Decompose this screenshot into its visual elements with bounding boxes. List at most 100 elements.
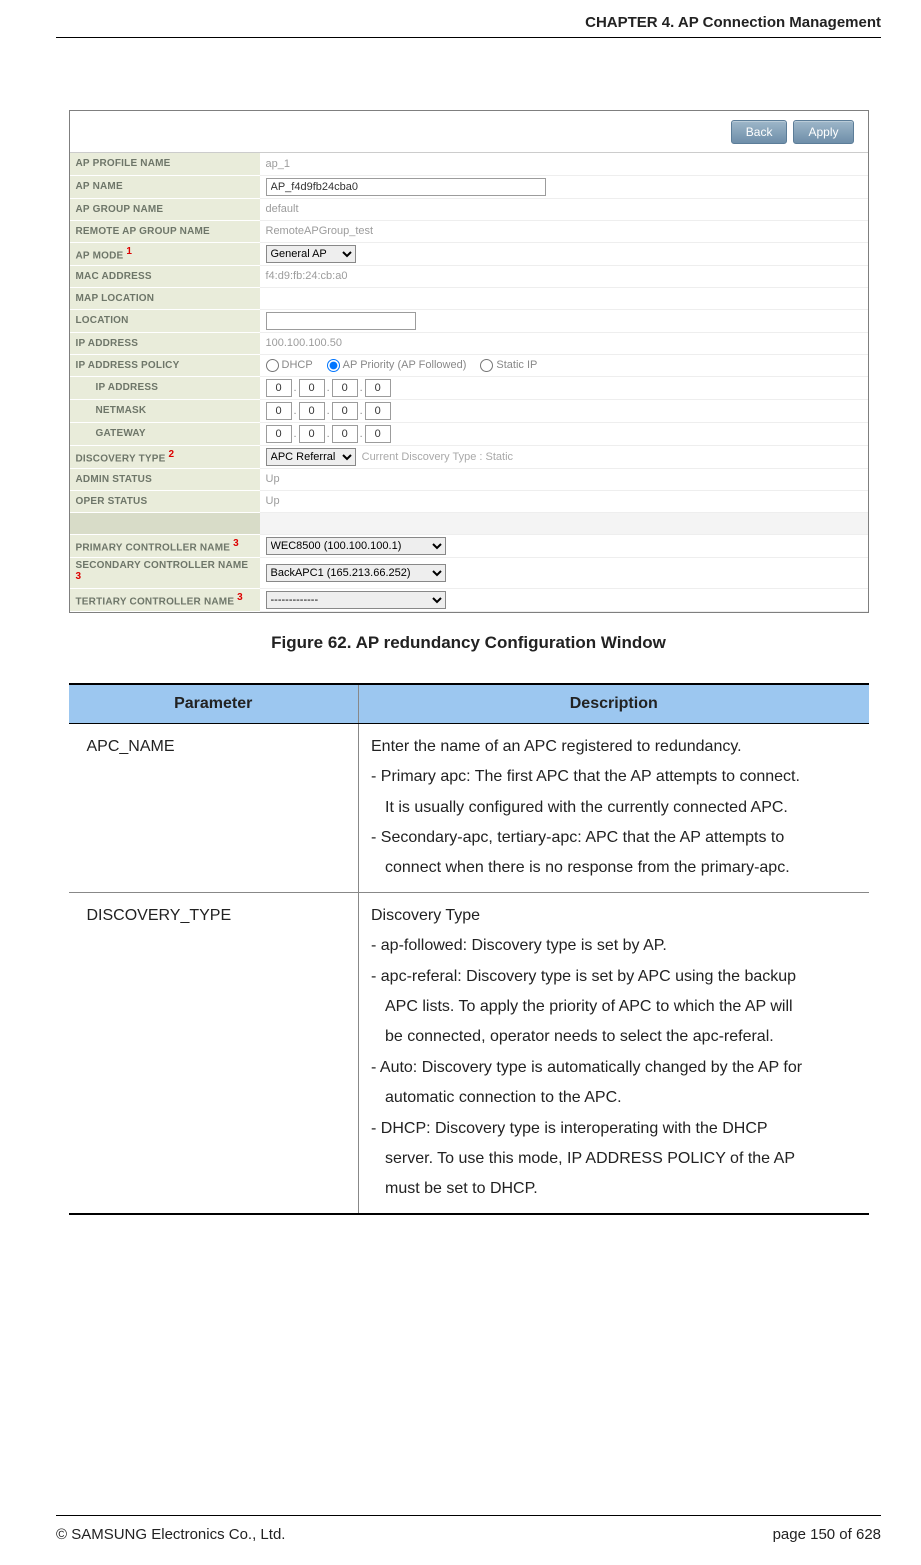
row-ap-profile-name: AP PROFILE NAME ap_1 (70, 153, 868, 175)
row-map-location: MAP LOCATION (70, 287, 868, 309)
radio-ap-priority-label[interactable]: AP Priority (AP Followed) (327, 359, 467, 372)
radio-static-label[interactable]: Static IP (480, 359, 537, 372)
radio-static-text: Static IP (496, 359, 537, 371)
discovery-type-select[interactable]: APC Referral (266, 448, 356, 466)
nm-oct-3[interactable] (365, 402, 391, 420)
label-ip-address: IP ADDRESS (70, 332, 260, 354)
value-discovery-type: APC Referral Current Discovery Type : St… (260, 445, 868, 468)
label-ap-mode: AP MODE 1 (70, 242, 260, 265)
row-admin-status: ADMIN STATUS Up (70, 468, 868, 490)
label-ap-profile-name: AP PROFILE NAME (70, 153, 260, 175)
gw-oct-3[interactable] (365, 425, 391, 443)
radio-dhcp-text: DHCP (282, 359, 313, 371)
row-ap-name: AP NAME (70, 175, 868, 198)
label-primary-ctrl-text: PRIMARY CONTROLLER NAME (76, 542, 231, 553)
label-ap-name: AP NAME (70, 175, 260, 198)
label-secondary-ctrl-text: SECONDARY CONTROLLER NAME (76, 560, 249, 571)
config-screenshot: Back Apply AP PROFILE NAME ap_1 AP NAME … (69, 110, 869, 613)
row-remote-ap-group-name: REMOTE AP GROUP NAME RemoteAPGroup_test (70, 220, 868, 242)
ip-oct-2[interactable] (332, 379, 358, 397)
label-oper-status: OPER STATUS (70, 490, 260, 512)
top-button-bar: Back Apply (70, 111, 868, 153)
desc-line: - ap-followed: Discovery type is set by … (371, 937, 667, 954)
value-map-location (260, 287, 868, 309)
desc-line: automatic connection to the APC. (371, 1083, 857, 1113)
label-secondary-ctrl: SECONDARY CONTROLLER NAME 3 (70, 557, 260, 588)
apply-button[interactable]: Apply (793, 120, 853, 144)
value-primary-ctrl: WEC8500 (100.100.100.1) (260, 534, 868, 557)
tertiary-ctrl-select[interactable]: ------------- (266, 591, 446, 609)
row-ap-group-name: AP GROUP NAME default (70, 198, 868, 220)
value-sub-gateway: ... (260, 422, 868, 445)
label-map-location: MAP LOCATION (70, 287, 260, 309)
tertiary-ctrl-note: 3 (237, 592, 243, 603)
gw-oct-0[interactable] (266, 425, 292, 443)
row-sub-netmask: NETMASK ... (70, 399, 868, 422)
desc-line: Enter the name of an APC registered to r… (371, 738, 742, 755)
value-oper-status: Up (260, 490, 868, 512)
value-ip-policy: DHCP AP Priority (AP Followed) Static IP (260, 354, 868, 376)
value-admin-status: Up (260, 468, 868, 490)
desc-line: It is usually configured with the curren… (371, 793, 857, 823)
value-remote-ap-group-name: RemoteAPGroup_test (260, 220, 868, 242)
desc-line: Discovery Type (371, 907, 480, 924)
value-ap-name (260, 175, 868, 198)
row-ip-policy: IP ADDRESS POLICY DHCP AP Priority (AP F… (70, 354, 868, 376)
nm-oct-1[interactable] (299, 402, 325, 420)
table-row: APC_NAME Enter the name of an APC regist… (69, 723, 869, 892)
discovery-type-note: 2 (169, 449, 175, 460)
ip-oct-3[interactable] (365, 379, 391, 397)
ip-oct-1[interactable] (299, 379, 325, 397)
gw-oct-2[interactable] (332, 425, 358, 443)
value-mac-address: f4:d9:fb:24:cb:a0 (260, 265, 868, 287)
desc-line: - apc-referal: Discovery type is set by … (371, 968, 796, 985)
row-oper-status: OPER STATUS Up (70, 490, 868, 512)
label-ip-policy: IP ADDRESS POLICY (70, 354, 260, 376)
label-discovery-type-text: DISCOVERY TYPE (76, 453, 166, 464)
back-button[interactable]: Back (731, 120, 788, 144)
location-input[interactable] (266, 312, 416, 330)
label-primary-ctrl: PRIMARY CONTROLLER NAME 3 (70, 534, 260, 557)
parameter-description-table: Parameter Description APC_NAME Enter the… (69, 683, 869, 1215)
footer-rule (56, 1515, 881, 1516)
label-sub-ip: IP ADDRESS (70, 376, 260, 399)
label-location: LOCATION (70, 309, 260, 332)
separator-row (70, 512, 868, 534)
desc-line: - Primary apc: The first APC that the AP… (371, 768, 800, 785)
value-sub-netmask: ... (260, 399, 868, 422)
radio-ap-priority[interactable] (327, 359, 340, 372)
label-remote-ap-group-name: REMOTE AP GROUP NAME (70, 220, 260, 242)
value-sub-ip: ... (260, 376, 868, 399)
desc-line: - Auto: Discovery type is automatically … (371, 1059, 802, 1076)
nm-oct-0[interactable] (266, 402, 292, 420)
value-location (260, 309, 868, 332)
col-header-description: Description (359, 684, 869, 724)
ap-name-input[interactable] (266, 178, 546, 196)
radio-dhcp-label[interactable]: DHCP (266, 359, 313, 372)
row-ap-mode: AP MODE 1 General AP (70, 242, 868, 265)
radio-dhcp[interactable] (266, 359, 279, 372)
label-sub-netmask: NETMASK (70, 399, 260, 422)
label-discovery-type: DISCOVERY TYPE 2 (70, 445, 260, 468)
desc-line: APC lists. To apply the priority of APC … (371, 992, 857, 1022)
ip-oct-0[interactable] (266, 379, 292, 397)
row-sub-gateway: GATEWAY ... (70, 422, 868, 445)
value-ap-mode: General AP (260, 242, 868, 265)
row-mac-address: MAC ADDRESS f4:d9:fb:24:cb:a0 (70, 265, 868, 287)
label-tertiary-ctrl: TERTIARY CONTROLLER NAME 3 (70, 588, 260, 611)
row-ip-address: IP ADDRESS 100.100.100.50 (70, 332, 868, 354)
row-secondary-ctrl: SECONDARY CONTROLLER NAME 3 BackAPC1 (16… (70, 557, 868, 588)
gw-oct-1[interactable] (299, 425, 325, 443)
primary-ctrl-note: 3 (233, 538, 239, 549)
nm-oct-2[interactable] (332, 402, 358, 420)
desc-line: be connected, operator needs to select t… (371, 1022, 857, 1052)
figure-caption: Figure 62. AP redundancy Configuration W… (56, 633, 881, 653)
ap-mode-select[interactable]: General AP (266, 245, 356, 263)
page-footer: © SAMSUNG Electronics Co., Ltd. page 150… (56, 1515, 881, 1543)
row-discovery-type: DISCOVERY TYPE 2 APC Referral Current Di… (70, 445, 868, 468)
secondary-ctrl-select[interactable]: BackAPC1 (165.213.66.252) (266, 564, 446, 582)
primary-ctrl-select[interactable]: WEC8500 (100.100.100.1) (266, 537, 446, 555)
table-header-row: Parameter Description (69, 684, 869, 724)
radio-static[interactable] (480, 359, 493, 372)
row-tertiary-ctrl: TERTIARY CONTROLLER NAME 3 ------------- (70, 588, 868, 611)
